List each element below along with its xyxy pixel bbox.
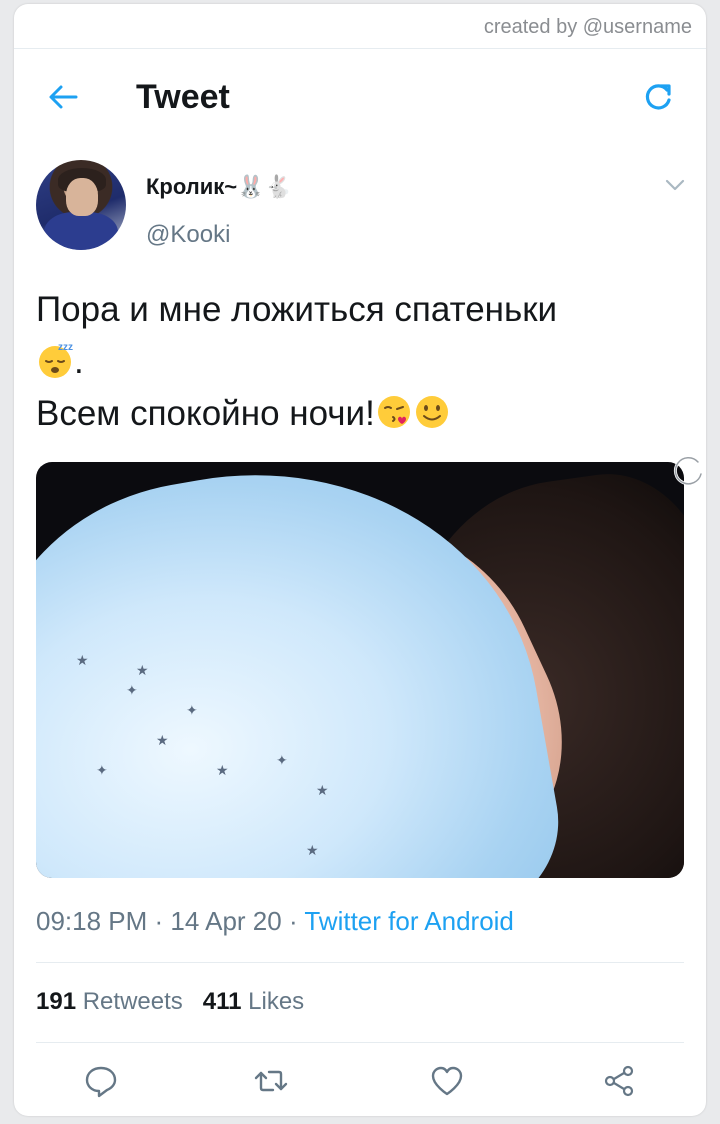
- divider: [36, 962, 684, 963]
- author-display-name[interactable]: Кролик~🐰🐇: [146, 174, 292, 200]
- retweet-icon[interactable]: [252, 1062, 290, 1100]
- retweets-count: 191: [36, 988, 77, 1015]
- svg-text:zzz: zzz: [58, 342, 73, 353]
- tweet-line-1: Пора и мне ложиться спатеньки: [36, 290, 558, 329]
- header-divider: [14, 48, 706, 49]
- tweet-text: Пора и мне ложиться спатеньки zzz . Всем…: [36, 284, 676, 440]
- tweet-source-link[interactable]: Twitter for Android: [304, 906, 514, 936]
- meta-separator: ·: [281, 906, 305, 936]
- author-handle[interactable]: @Kooki: [146, 221, 230, 249]
- tweet-time: 09:18 PM: [36, 906, 148, 936]
- tweet-line-3-text: Всем спокойно ночи!: [36, 394, 375, 433]
- page-title: Tweet: [136, 78, 230, 116]
- likes-count: 411: [202, 988, 242, 1015]
- tweet-date: 14 Apr 20: [170, 906, 282, 936]
- chevron-down-icon[interactable]: [664, 178, 686, 192]
- sleeping-face-emoji: zzz: [39, 342, 73, 378]
- refresh-icon[interactable]: [642, 80, 674, 114]
- reply-icon[interactable]: [82, 1062, 120, 1100]
- meta-separator: ·: [147, 906, 171, 936]
- kiss-face-emoji: [377, 396, 410, 428]
- tweet-line-2-suffix: .: [74, 342, 84, 381]
- bunny-emoji: 🐰🐇: [237, 174, 292, 199]
- likes-label: Likes: [248, 988, 305, 1015]
- tweet-stats: 191 Retweets 411 Likes: [36, 988, 304, 1016]
- tweet-card: created by @username Tweet Кролик~🐰🐇 @Ko…: [14, 4, 706, 1116]
- retweets-stat[interactable]: 191 Retweets: [36, 988, 183, 1015]
- smile-face-emoji: [415, 396, 448, 428]
- tweet-line-3: Всем спокойно ночи!: [36, 388, 676, 440]
- avatar[interactable]: [36, 160, 126, 250]
- divider: [36, 1042, 684, 1043]
- watermark: created by @username: [483, 16, 692, 38]
- tweet-line-2: zzz .: [36, 336, 676, 388]
- like-icon[interactable]: [428, 1062, 466, 1100]
- back-arrow-icon[interactable]: [46, 80, 80, 114]
- share-icon[interactable]: [600, 1062, 638, 1100]
- tweet-media-image[interactable]: ★ ✦ ★ ✦ ★ ★ ✦ ★ ✦ ★: [36, 462, 684, 878]
- retweets-label: Retweets: [82, 988, 183, 1015]
- tweet-metadata: 09:18 PM · 14 Apr 20 · Twitter for Andro…: [36, 906, 514, 937]
- author-name-text: Кролик~: [146, 174, 238, 199]
- media-refresh-icon[interactable]: [668, 450, 706, 490]
- likes-stat[interactable]: 411 Likes: [203, 988, 304, 1015]
